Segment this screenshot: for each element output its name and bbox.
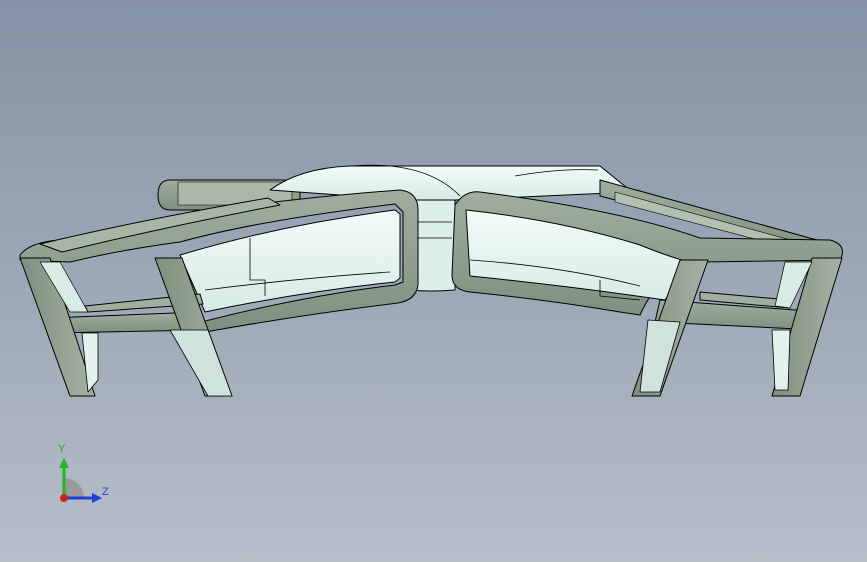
x-axis-origin-icon xyxy=(60,494,68,502)
z-axis-arrow-icon xyxy=(92,493,102,503)
y-axis-label: Y xyxy=(58,443,66,455)
right-front-arm xyxy=(451,191,843,331)
y-axis-arrow-icon xyxy=(59,458,69,468)
model-view[interactable] xyxy=(0,0,867,562)
z-axis-label: Z xyxy=(102,486,109,498)
coordinate-triad xyxy=(59,458,102,503)
graphics-viewport[interactable]: Y Z xyxy=(0,0,867,562)
triad-quadrant-icon xyxy=(64,478,84,498)
model-part[interactable] xyxy=(19,164,843,397)
